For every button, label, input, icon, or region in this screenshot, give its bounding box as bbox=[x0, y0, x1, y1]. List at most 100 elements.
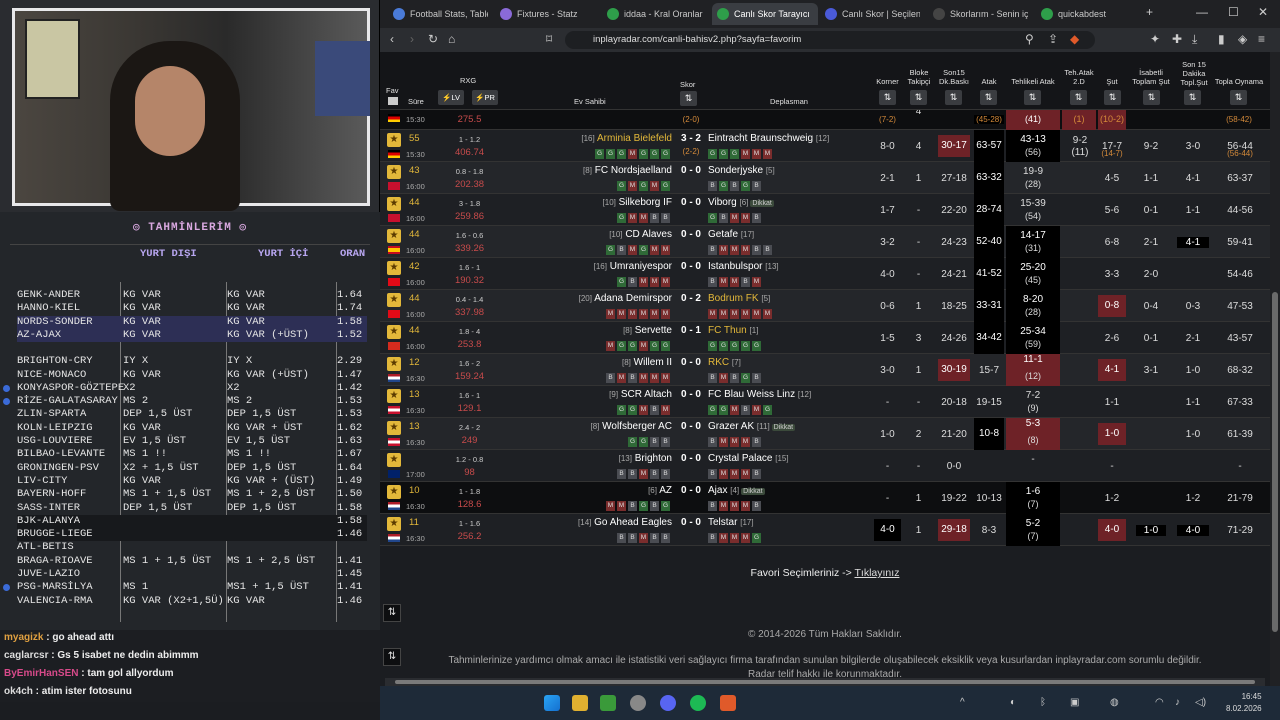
wallet-icon[interactable]: ◈ bbox=[1238, 32, 1247, 46]
tab-canli-skor-secilen[interactable]: Canlı Skor | Seçilen maçlar bbox=[820, 3, 920, 25]
home-team[interactable]: [20] Adana Demirspor bbox=[579, 293, 672, 304]
sort-sut-button[interactable]: ⇅ bbox=[1104, 90, 1121, 105]
minimize-button[interactable]: — bbox=[1196, 5, 1208, 19]
tray-app-icon[interactable]: ◐ bbox=[1010, 697, 1016, 708]
sort-korner-button[interactable]: ⇅ bbox=[879, 90, 896, 105]
home-team[interactable]: [13] Brighton bbox=[619, 453, 672, 464]
menu-icon[interactable]: ≡ bbox=[1258, 32, 1265, 46]
home-icon[interactable]: ⌂ bbox=[448, 32, 455, 46]
horizontal-scrollbar[interactable] bbox=[385, 678, 1265, 686]
favorite-star-icon[interactable]: ★ bbox=[387, 325, 401, 339]
share-icon[interactable]: ⇪ bbox=[1048, 32, 1058, 46]
favorite-star-icon[interactable]: ★ bbox=[387, 389, 401, 403]
away-team[interactable]: Telstar [17] bbox=[708, 517, 754, 528]
away-team[interactable]: FC Thun [1] bbox=[708, 325, 758, 336]
notepad-icon[interactable] bbox=[600, 695, 616, 711]
favorite-star-icon[interactable]: ★ bbox=[387, 229, 401, 243]
favorite-star-icon[interactable]: ★ bbox=[387, 357, 401, 371]
sort-son15sut-button[interactable]: ⇅ bbox=[1184, 90, 1201, 105]
maximize-button[interactable]: ☐ bbox=[1228, 5, 1239, 19]
calendar-icon[interactable] bbox=[388, 97, 398, 105]
sort-atak-button[interactable]: ⇅ bbox=[980, 90, 997, 105]
vertical-scrollbar[interactable] bbox=[1270, 52, 1280, 686]
favorite-star-icon[interactable]: ★ bbox=[387, 197, 401, 211]
sort-teh2-button[interactable]: ⇅ bbox=[1070, 90, 1087, 105]
away-team[interactable]: Bodrum FK [5] bbox=[708, 293, 770, 304]
wifi-icon[interactable]: ◠ bbox=[1155, 697, 1164, 708]
puzzle-icon[interactable]: ✚ bbox=[1172, 32, 1182, 46]
extensions-icon[interactable]: ✦ bbox=[1150, 32, 1160, 46]
sort-son15-button[interactable]: ⇅ bbox=[945, 90, 962, 105]
tab-quickabdest[interactable]: quickabdest bbox=[1036, 3, 1136, 25]
sort-skor-button[interactable]: ⇅ bbox=[680, 91, 697, 106]
away-team[interactable]: Eintracht Braunschweig [12] bbox=[708, 133, 829, 144]
tab-canli-skor[interactable]: Canlı Skor Tarayıcı bbox=[712, 3, 818, 25]
start-menu-icon[interactable] bbox=[544, 695, 560, 711]
tray-chevron-icon[interactable]: ^ bbox=[960, 697, 965, 708]
system-clock[interactable]: 16:45 8.02.2026 bbox=[1226, 691, 1262, 715]
home-team[interactable]: [8] Willem II bbox=[622, 357, 672, 368]
volume-icon[interactable]: ◁) bbox=[1195, 697, 1206, 708]
away-team[interactable]: Ajax [4] Dikkat bbox=[708, 485, 767, 496]
away-team[interactable]: Sonderjyske [5] bbox=[708, 165, 775, 176]
new-tab-button[interactable]: + bbox=[1146, 5, 1153, 19]
zoom-icon[interactable]: ⚲ bbox=[1025, 32, 1034, 46]
tab-skorlarim[interactable]: Skorlarım - Senin için bbox=[928, 3, 1028, 25]
tray-app-icon[interactable]: ▣ bbox=[1070, 697, 1079, 708]
tab-iddaa[interactable]: iddaa - Kral Oranlar bbox=[602, 3, 707, 25]
spotify-icon[interactable] bbox=[690, 695, 706, 711]
home-team[interactable]: [8] Servette bbox=[623, 325, 672, 336]
away-team[interactable]: FC Blau Weiss Linz [12] bbox=[708, 389, 811, 400]
close-window-button[interactable]: ✕ bbox=[1258, 5, 1268, 19]
home-team[interactable]: [6] AZ bbox=[648, 485, 672, 496]
away-team[interactable]: RKC [7] bbox=[708, 357, 741, 368]
tray-app-icon[interactable]: ◍ bbox=[1110, 697, 1119, 708]
mic-icon[interactable]: ♪ bbox=[1175, 697, 1180, 708]
favorite-star-icon[interactable]: ★ bbox=[387, 517, 401, 531]
away-team[interactable]: Crystal Palace [15] bbox=[708, 453, 789, 464]
bookmark-icon[interactable]: ⌑ bbox=[546, 32, 552, 46]
url-field[interactable]: inplayradar.com/canli-bahisv2.php?sayfa=… bbox=[565, 31, 1095, 49]
sort-tatak-button[interactable]: ⇅ bbox=[1024, 90, 1041, 105]
favorite-star-icon[interactable]: ★ bbox=[387, 133, 401, 147]
sort-topla-button[interactable]: ⇅ bbox=[1230, 90, 1247, 105]
sort-pr-button[interactable]: ⚡PR bbox=[472, 90, 498, 105]
home-team[interactable]: [10] CD Alaves bbox=[609, 229, 672, 240]
favorites-link[interactable]: Tıklayınız bbox=[855, 567, 900, 579]
back-icon[interactable]: ‹ bbox=[390, 32, 394, 46]
home-team[interactable]: [14] Go Ahead Eagles bbox=[578, 517, 672, 528]
tab-football-stats[interactable]: Football Stats, Tables bbox=[388, 3, 488, 25]
away-team[interactable]: Viborg [6] Dikkat bbox=[708, 197, 776, 208]
away-team[interactable]: Grazer AK [11] Dikkat bbox=[708, 421, 797, 432]
home-team[interactable]: [9] SCR Altach bbox=[609, 389, 672, 400]
favorite-star-icon[interactable]: ★ bbox=[387, 453, 401, 467]
home-team[interactable]: [16] Arminia Bielefeld bbox=[581, 133, 672, 144]
home-team[interactable]: [10] Silkeborg IF bbox=[603, 197, 672, 208]
favorite-star-icon[interactable]: ★ bbox=[387, 485, 401, 499]
file-explorer-icon[interactable] bbox=[572, 695, 588, 711]
sort-isabetli-button[interactable]: ⇅ bbox=[1143, 90, 1160, 105]
sidebar-icon[interactable]: ▮ bbox=[1218, 32, 1225, 46]
home-team[interactable]: [16] Umraniyespor bbox=[594, 261, 672, 272]
sort-toggle-icon[interactable]: ⇅ bbox=[383, 604, 401, 622]
sort-lv-button[interactable]: ⚡LV bbox=[438, 90, 464, 105]
brave-shield-icon[interactable]: ◆ bbox=[1070, 32, 1079, 46]
reload-icon[interactable]: ↻ bbox=[428, 32, 438, 46]
discord-icon[interactable] bbox=[660, 695, 676, 711]
tab-fixtures[interactable]: Fixtures - Statz bbox=[495, 3, 595, 25]
brave-icon[interactable] bbox=[720, 695, 736, 711]
forward-icon[interactable]: › bbox=[410, 32, 414, 46]
download-icon[interactable]: ⤓ bbox=[1192, 32, 1197, 47]
home-team[interactable]: [8] FC Nordsjaelland bbox=[583, 165, 672, 176]
favorite-star-icon[interactable]: ★ bbox=[387, 293, 401, 307]
away-team[interactable]: Getafe [17] bbox=[708, 229, 754, 240]
obs-icon[interactable] bbox=[630, 695, 646, 711]
favorite-star-icon[interactable]: ★ bbox=[387, 165, 401, 179]
away-team[interactable]: Istanbulspor [13] bbox=[708, 261, 779, 272]
prediction-ic: KG VAR (+ÜST) bbox=[227, 368, 309, 381]
bluetooth-icon[interactable]: ᛒ bbox=[1040, 697, 1046, 708]
sort-bloke-button[interactable]: ⇅ bbox=[910, 90, 927, 105]
home-team[interactable]: [8] Wolfsberger AC bbox=[590, 421, 672, 432]
favorite-star-icon[interactable]: ★ bbox=[387, 421, 401, 435]
favorite-star-icon[interactable]: ★ bbox=[387, 261, 401, 275]
